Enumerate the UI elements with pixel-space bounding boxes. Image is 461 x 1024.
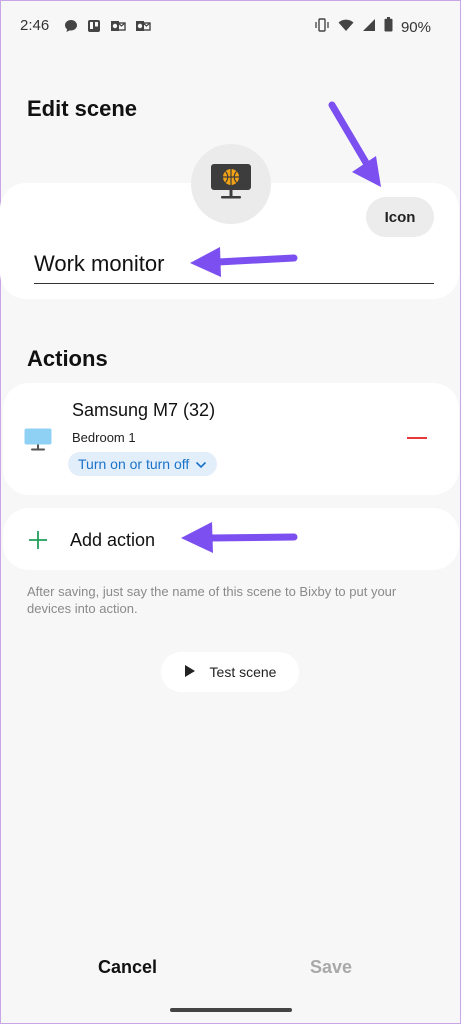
plus-icon [28,530,48,555]
navigation-handle[interactable] [170,1008,292,1012]
status-time: 2:46 [20,17,50,34]
action-dropdown-value: Turn on or turn off [78,456,190,472]
annotation-arrow-icon [328,101,381,187]
play-icon [184,664,196,681]
status-bar: 2:46 90% [0,0,461,56]
device-room: Bedroom 1 [72,430,136,445]
system-icons: 90% [314,17,431,37]
chat-bubble-icon [64,19,78,33]
device-name: Samsung M7 (32) [72,400,216,420]
save-button[interactable]: Save [310,957,352,978]
vibrate-icon [314,17,330,37]
outlook-icon [135,19,151,33]
battery-icon [384,17,393,37]
signal-icon [362,18,376,37]
cancel-button[interactable]: Cancel [98,957,157,978]
hint-text: After saving, just say the name of this … [27,584,397,616]
page-title: Edit scene [27,96,138,121]
tv-monitor-icon [24,428,52,457]
test-scene-label: Test scene [209,664,277,680]
action-dropdown[interactable]: Turn on or turn off [68,452,218,476]
icon-button[interactable]: Icon [366,197,434,237]
scene-icon-picker[interactable] [191,144,271,224]
battery-percent: 90% [400,18,431,36]
minus-icon [407,437,427,439]
test-scene-button[interactable]: Test scene [161,652,299,692]
trello-icon [87,19,101,33]
remove-action-button[interactable] [404,430,430,446]
outlook-icon [110,19,126,33]
chevron-down-icon [195,456,207,472]
scene-name-input[interactable] [34,244,434,284]
actions-title: Actions [27,346,108,371]
add-action-label: Add action [70,530,156,550]
monitor-basketball-icon [209,162,253,207]
wifi-icon [338,18,354,37]
notification-icons [64,19,151,33]
